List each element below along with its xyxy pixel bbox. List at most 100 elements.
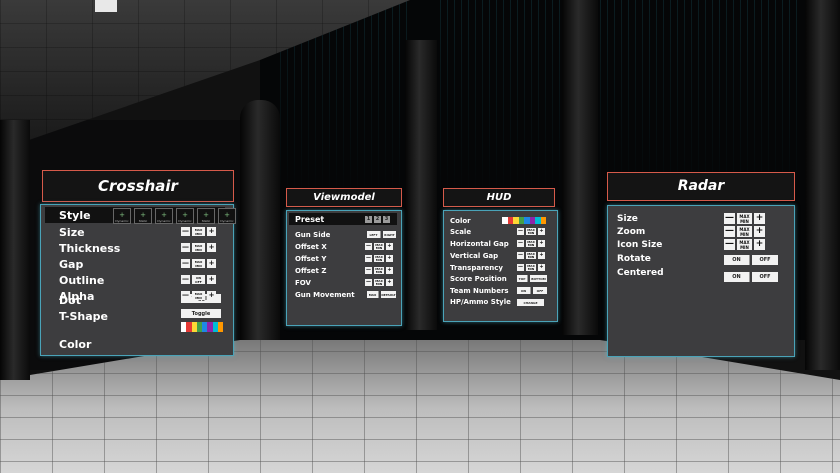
fov-decrease-button[interactable]: — (365, 279, 372, 286)
radar-zoom-increase-button[interactable]: + (754, 226, 765, 237)
pillar (240, 100, 280, 340)
offset-y-max-min-indicator: MAX MIN (374, 255, 384, 262)
outline-increase-button[interactable]: + (207, 275, 216, 284)
gun-side-label: Gun Side (295, 231, 331, 239)
preset-label: Preset (295, 214, 325, 224)
gun-side-right-button[interactable]: RIGHT (383, 231, 396, 238)
team-numbers-on-button[interactable]: ON (517, 287, 531, 294)
transparency-increase-button[interactable]: + (538, 264, 545, 271)
gun-movement-max-button[interactable]: MAX (367, 291, 379, 298)
radar-icon-size-stepper: — MAX MIN + (724, 239, 765, 250)
size-stepper: — MAX MIN + (181, 227, 216, 236)
horizontal-gap-label: Horizontal Gap (450, 240, 509, 248)
preset-3-button[interactable]: 3 (383, 215, 390, 223)
rotate-on-button[interactable]: ON (724, 255, 750, 265)
style-options: + Dynamic + Static + Dynamic + Dynamic + Static + D… (113, 208, 236, 224)
transparency-stepper: — MAX MIN + (517, 264, 545, 271)
hp-ammo-change-button[interactable]: CHANGE (517, 299, 544, 306)
offset-y-increase-button[interactable]: + (386, 255, 393, 262)
crosshair-preview-icon: + (119, 211, 125, 219)
transparency-min-text: MIN (527, 266, 535, 271)
horizontal-gap-increase-button[interactable]: + (538, 240, 545, 247)
alpha-label: Alpha (59, 289, 95, 303)
style-option-0[interactable]: + Dynamic (113, 208, 131, 224)
centered-off-button[interactable]: OFF (752, 272, 778, 282)
style-option-5[interactable]: + Dynamic (218, 208, 236, 224)
pillar (0, 120, 30, 380)
scale-increase-button[interactable]: + (538, 228, 545, 235)
gun-side-left-button[interactable]: LEFT (367, 231, 381, 238)
style-option-4[interactable]: + Static (197, 208, 215, 224)
radar-zoom-stepper: — MAX MIN + (724, 226, 765, 237)
radar-size-increase-button[interactable]: + (754, 213, 765, 224)
preset-1-button[interactable]: 1 (365, 215, 372, 223)
radar-size-max-min-indicator: MAX MIN (737, 213, 752, 224)
style-option-label: Dynamic (178, 219, 192, 223)
color-swatch[interactable] (217, 322, 223, 332)
radar-zoom-label: Zoom (617, 227, 646, 237)
style-option-3[interactable]: + Dynamic (176, 208, 194, 224)
score-position-top-button[interactable]: TOP (517, 275, 528, 282)
centered-toggle: ON OFF (724, 272, 778, 282)
radar-icon-size-max-min-indicator: MAX MIN (737, 239, 752, 250)
offset-x-label: Offset X (295, 243, 327, 251)
radar-panel: Rotate ON OFF Centered ON OFF Size — MAX MI… (607, 205, 795, 357)
offset-y-decrease-button[interactable]: — (365, 255, 372, 262)
transparency-max-min-indicator: MAX MIN (526, 264, 536, 271)
score-position-bottom-button[interactable]: BOTTOM (530, 275, 547, 282)
outline-off-text: OFF (195, 279, 202, 284)
crosshair-color-palette[interactable] (181, 322, 223, 332)
tshape-toggle-button[interactable]: Toggle (181, 309, 221, 318)
gap-increase-button[interactable]: + (207, 259, 216, 268)
size-increase-button[interactable]: + (207, 227, 216, 236)
radar-zoom-decrease-button[interactable]: — (724, 226, 735, 237)
fov-increase-button[interactable]: + (386, 279, 393, 286)
alpha-increase-button[interactable]: + (207, 291, 216, 300)
hud-color-label: Color (450, 217, 471, 225)
alpha-stepper: — MAX MIN + (181, 291, 216, 300)
rotate-off-button[interactable]: OFF (752, 255, 778, 265)
radar-size-label: Size (617, 214, 638, 224)
vertical-gap-increase-button[interactable]: + (538, 252, 545, 259)
crosshair-panel-title: Crosshair (42, 170, 234, 202)
radar-size-decrease-button[interactable]: — (724, 213, 735, 224)
radar-icon-size-increase-button[interactable]: + (754, 239, 765, 250)
transparency-decrease-button[interactable]: — (517, 264, 524, 271)
color-swatch[interactable] (540, 217, 546, 224)
alpha-decrease-button[interactable]: — (181, 291, 190, 300)
radar-icon-size-decrease-button[interactable]: — (724, 239, 735, 250)
gun-movement-default-button[interactable]: DEFAULT (381, 291, 396, 298)
centered-label: Centered (617, 268, 664, 278)
style-option-2[interactable]: + Dynamic (155, 208, 173, 224)
scale-decrease-button[interactable]: — (517, 228, 524, 235)
hp-ammo-control: CHANGE (517, 299, 544, 306)
vertical-gap-decrease-button[interactable]: — (517, 252, 524, 259)
outline-on-off-indicator: ON OFF (192, 275, 205, 284)
thickness-max-min-indicator: MAX MIN (192, 243, 205, 252)
fov-label: FOV (295, 279, 311, 287)
offset-z-decrease-button[interactable]: — (365, 267, 372, 274)
centered-on-button[interactable]: ON (724, 272, 750, 282)
radar-size-stepper: — MAX MIN + (724, 213, 765, 224)
thickness-increase-button[interactable]: + (207, 243, 216, 252)
outline-decrease-button[interactable]: — (181, 275, 190, 284)
alpha-max-min-indicator: MAX MIN (192, 291, 205, 300)
size-decrease-button[interactable]: — (181, 227, 190, 236)
outline-stepper: — ON OFF + (181, 275, 216, 284)
gun-movement-label: Gun Movement (295, 291, 355, 299)
offset-x-increase-button[interactable]: + (386, 243, 393, 250)
hud-color-palette[interactable] (502, 217, 546, 224)
horizontal-gap-decrease-button[interactable]: — (517, 240, 524, 247)
offset-z-increase-button[interactable]: + (386, 267, 393, 274)
style-option-1[interactable]: + Static (134, 208, 152, 224)
preset-2-button[interactable]: 2 (374, 215, 381, 223)
thickness-decrease-button[interactable]: — (181, 243, 190, 252)
crosshair-panel: Style + Dynamic + Static + Dynamic + Dynamic + St… (40, 204, 236, 356)
gap-decrease-button[interactable]: — (181, 259, 190, 268)
style-option-label: Dynamic (115, 219, 129, 223)
ceiling-light (95, 0, 117, 12)
color-row: Color (41, 337, 233, 351)
radar-panel-title: Radar (607, 172, 795, 201)
team-numbers-off-button[interactable]: OFF (533, 287, 547, 294)
offset-x-decrease-button[interactable]: — (365, 243, 372, 250)
